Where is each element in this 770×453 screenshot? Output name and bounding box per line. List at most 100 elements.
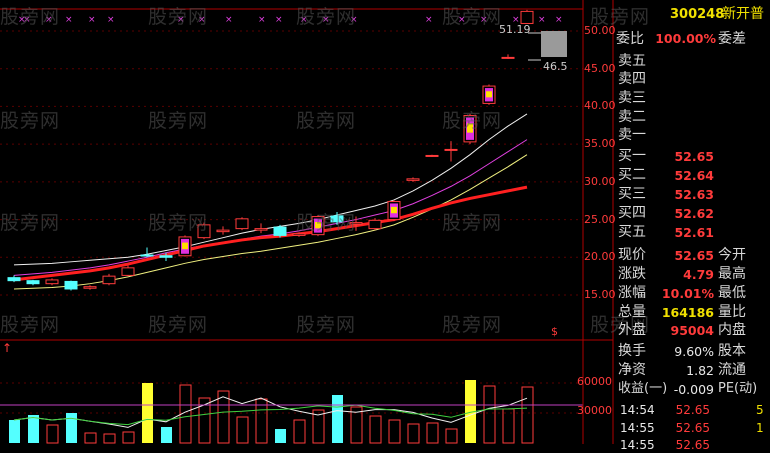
stat-label: 换手: [618, 343, 646, 359]
turnover-value: 9.60%: [674, 344, 714, 359]
volume-ma-line: [13, 404, 528, 426]
price-axis-label: 15.00: [584, 288, 616, 301]
top-marker: ×: [23, 15, 31, 25]
stat-label2: PE(动): [718, 381, 758, 396]
tick-time: 14:55: [620, 438, 655, 452]
ask-1-label: 卖一: [618, 127, 646, 143]
price-marker-box: [541, 31, 567, 57]
bid-5-price: 52.61: [674, 225, 714, 240]
stock-code: 300248: [670, 7, 725, 22]
candle-body: [140, 254, 154, 257]
moving-average-lines: [13, 113, 528, 290]
candle-body: [425, 154, 439, 157]
volume-bar: [521, 386, 534, 444]
tick-time: 14:55: [620, 421, 655, 435]
candle-body: [254, 228, 268, 231]
volume-bar: [9, 420, 20, 443]
candle-body: [406, 178, 420, 181]
volume-bar: [84, 432, 97, 444]
candle-body: [64, 280, 78, 290]
volume-bar: [483, 385, 496, 444]
tick-price: 52.65: [675, 403, 710, 417]
volume-axis-label: 30000: [577, 404, 612, 417]
candle-body: [26, 280, 40, 285]
top-marker: ×: [88, 15, 96, 25]
volume-bar: [502, 408, 515, 444]
stat-label2: 量比: [718, 304, 746, 320]
volume-bar: [388, 419, 401, 444]
top-marker: ×: [555, 15, 563, 25]
volume-bar: [407, 423, 420, 444]
high-price-marker: 51.19: [499, 23, 531, 36]
volume-bar: [66, 413, 77, 443]
candle-body: [368, 219, 382, 230]
top-marker: ×: [198, 15, 206, 25]
signal-block: [391, 206, 397, 214]
stat-label2: 今开: [718, 247, 746, 263]
signal-block: [486, 91, 492, 98]
candle-body: [349, 222, 363, 225]
volume-bar: [28, 415, 39, 443]
candle-body: [444, 148, 458, 151]
volume-bar: [255, 398, 268, 444]
price-axis-label: 40.00: [584, 99, 616, 112]
tick-volume: 5: [756, 403, 764, 417]
top-marker: ×: [350, 15, 358, 25]
volume-axis-label: 60000: [577, 375, 612, 388]
outer-volume: 95004: [670, 323, 715, 338]
net-asset-value: 1.82: [686, 363, 714, 378]
candle-body: [501, 56, 515, 59]
volume-bar: [293, 419, 306, 444]
top-marker: ×: [225, 15, 233, 25]
price-axis-label: 20.00: [584, 250, 616, 263]
candle-body: [235, 218, 249, 230]
price-grid: [0, 30, 583, 296]
top-marker: ×: [107, 15, 115, 25]
weibi-value: 100.00%: [655, 31, 716, 46]
top-marker: ×: [177, 15, 185, 25]
top-marker: ×: [322, 15, 330, 25]
candlesticks: ×× × × × × × × × × × × × × × × × × × ×: [7, 9, 563, 291]
price-axis-label: 35.00: [584, 137, 616, 150]
ask-4-label: 卖四: [618, 71, 646, 87]
stock-name: 新开普: [722, 6, 764, 22]
stat-label: 总量: [618, 304, 646, 320]
top-marker: ×: [275, 15, 283, 25]
moving-average-line: [13, 139, 528, 276]
bid-3-price: 52.63: [674, 187, 714, 202]
candle-body: [159, 255, 173, 258]
change-percent: 10.01%: [661, 286, 714, 301]
dollar-marker: $: [551, 325, 558, 338]
candle-body: [330, 215, 344, 223]
volume-bar: [275, 429, 286, 443]
total-volume: 164186: [661, 305, 714, 320]
bid-4-price: 52.62: [674, 206, 714, 221]
bid-4-label: 买四: [618, 205, 646, 221]
top-marker: ×: [480, 15, 488, 25]
bid-2-price: 52.64: [674, 168, 714, 183]
top-marker: ×: [65, 15, 73, 25]
stat-label: 外盘: [618, 322, 646, 338]
candle-body: [121, 267, 135, 276]
price-axis-label: 25.00: [584, 213, 616, 226]
volume-bar: [122, 431, 135, 444]
candle-body: [216, 229, 230, 233]
candle-body: [292, 233, 306, 236]
bid-3-label: 买三: [618, 186, 646, 202]
tick-price: 52.65: [675, 438, 710, 452]
candle-body: [7, 277, 21, 282]
stat-label2: 最高: [718, 266, 746, 282]
tick-price: 52.65: [675, 421, 710, 435]
stat-label: 涨幅: [618, 285, 646, 301]
bid-1-label: 买一: [618, 148, 646, 164]
candle-body: [83, 286, 97, 289]
top-marker: ×: [258, 15, 266, 25]
stat-label2: 最低: [718, 285, 746, 301]
earnings-value: -0.009: [673, 382, 714, 397]
volume-bar: [332, 395, 343, 443]
moving-average-line: [13, 154, 528, 290]
stat-label: 涨跌: [618, 266, 646, 282]
volume-bar: [369, 415, 382, 444]
stat-label2: 股本: [718, 343, 746, 359]
top-marker: ×: [300, 15, 308, 25]
